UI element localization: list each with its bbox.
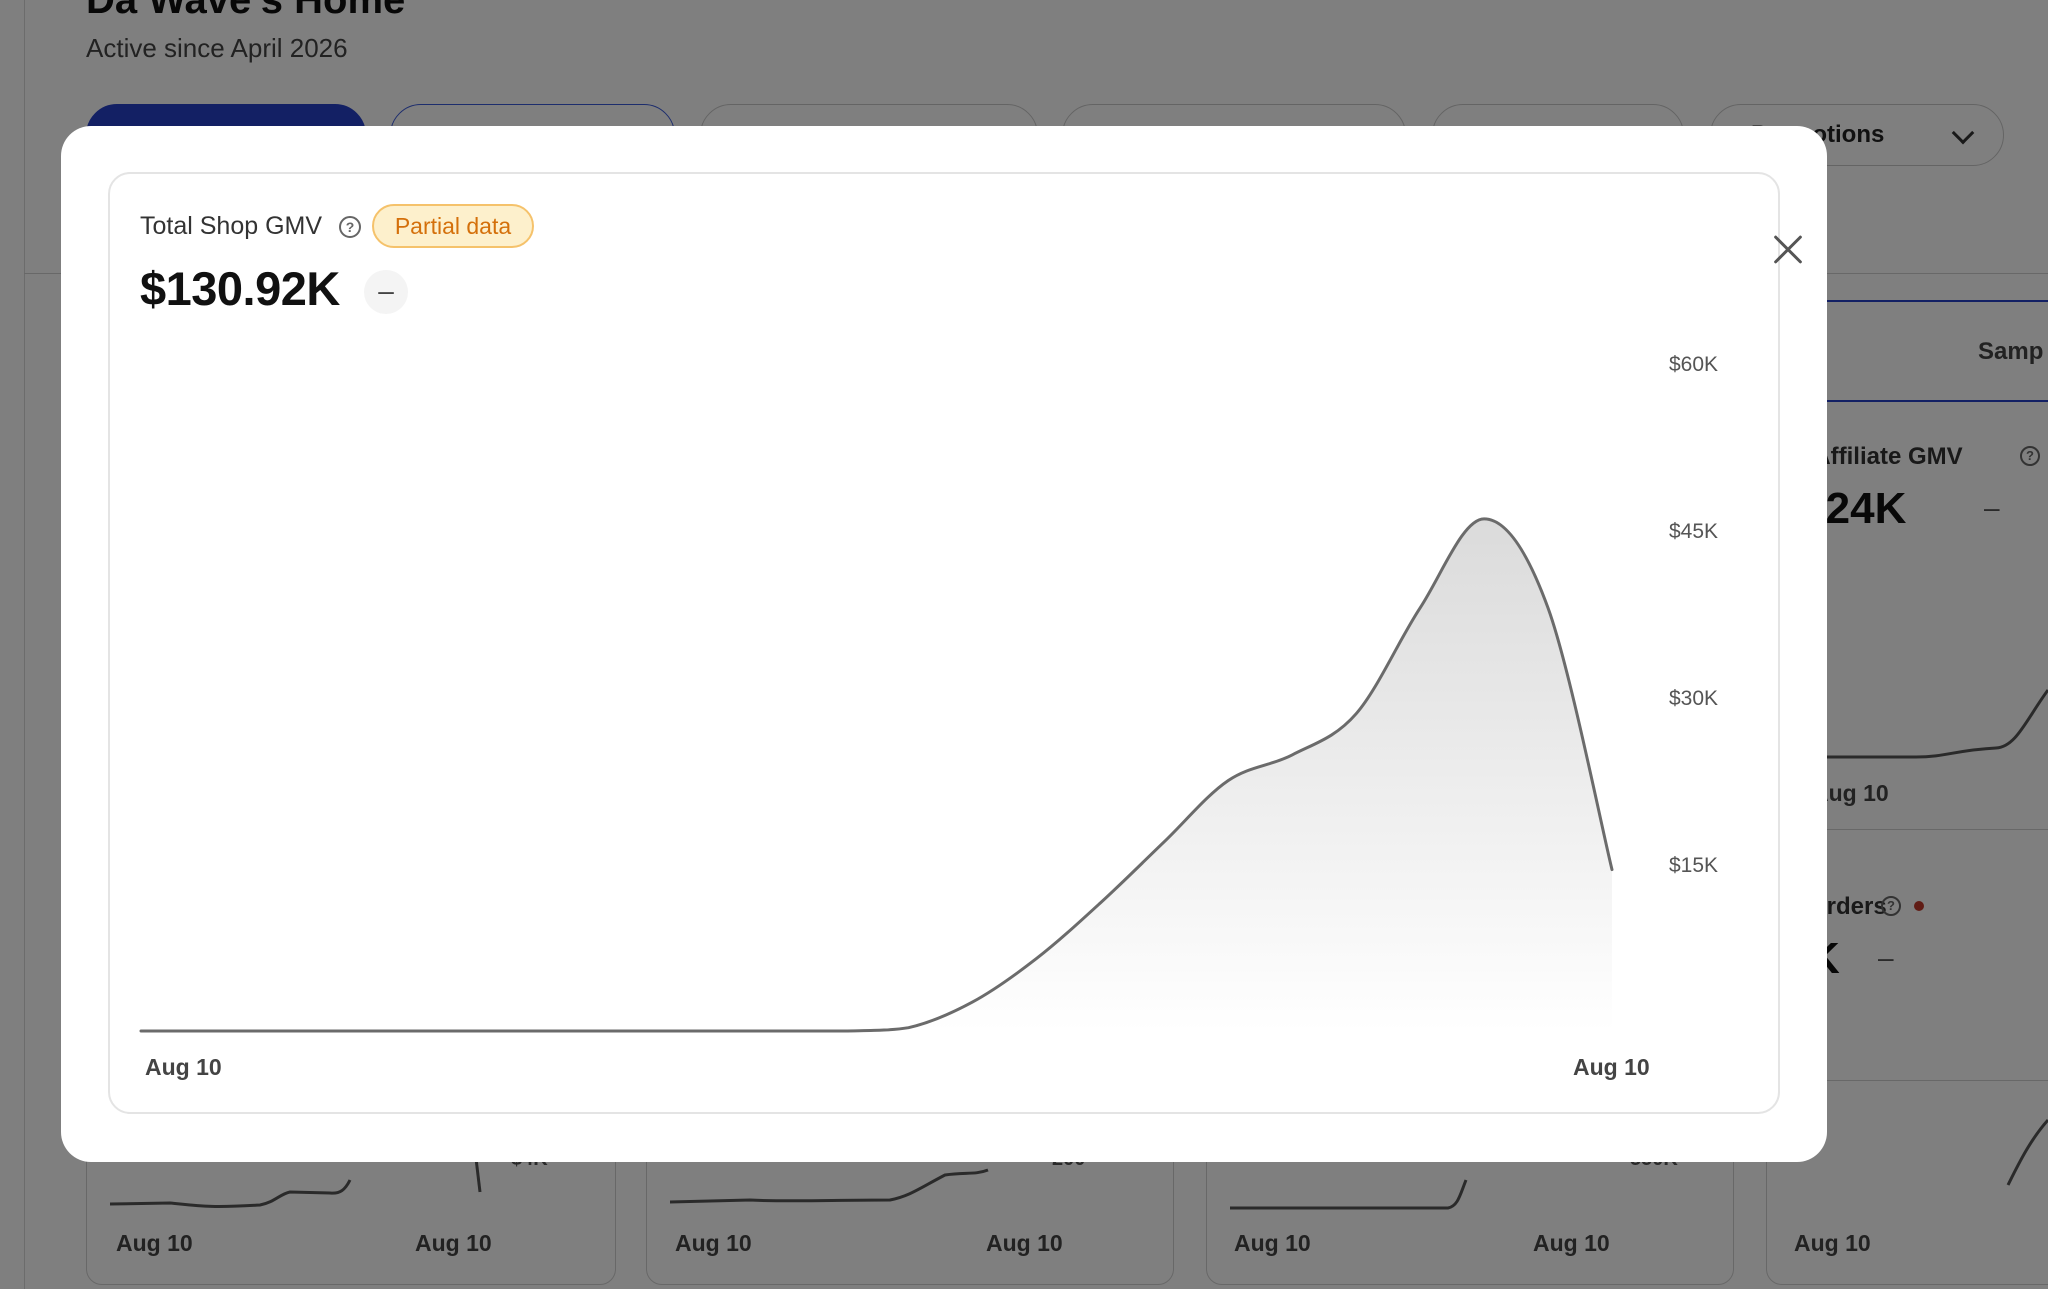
delta-indicator: –	[364, 270, 408, 314]
close-icon[interactable]	[1766, 228, 1810, 272]
chart-card	[108, 172, 1780, 1114]
info-icon[interactable]: ?	[339, 216, 361, 238]
metric-value: $130.92K	[140, 262, 340, 315]
metric-label: Total Shop GMV	[140, 212, 323, 240]
partial-data-badge: Partial data	[372, 204, 534, 248]
